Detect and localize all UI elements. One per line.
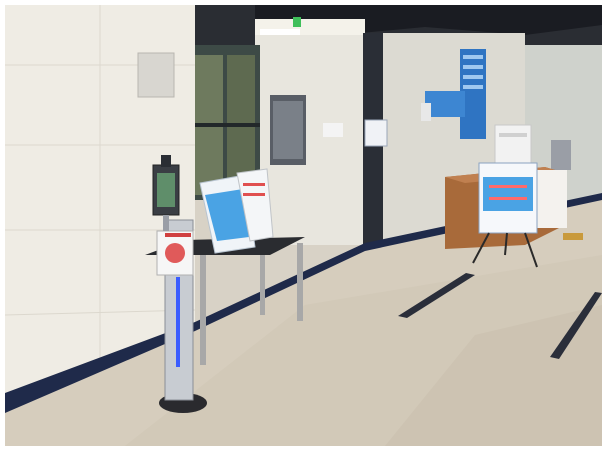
floor-mat bbox=[563, 233, 583, 240]
exit-sign bbox=[293, 17, 301, 27]
kiosk-light bbox=[176, 277, 180, 367]
photo-frame bbox=[5, 5, 602, 446]
air-conditioner bbox=[494, 124, 532, 170]
wall-fixture bbox=[137, 52, 175, 98]
wall-notice bbox=[323, 123, 343, 137]
ceiling-light bbox=[260, 29, 300, 35]
table-leg bbox=[200, 255, 206, 365]
side-door bbox=[551, 140, 571, 170]
door-sign bbox=[364, 119, 388, 147]
lobby-photo bbox=[5, 5, 602, 446]
